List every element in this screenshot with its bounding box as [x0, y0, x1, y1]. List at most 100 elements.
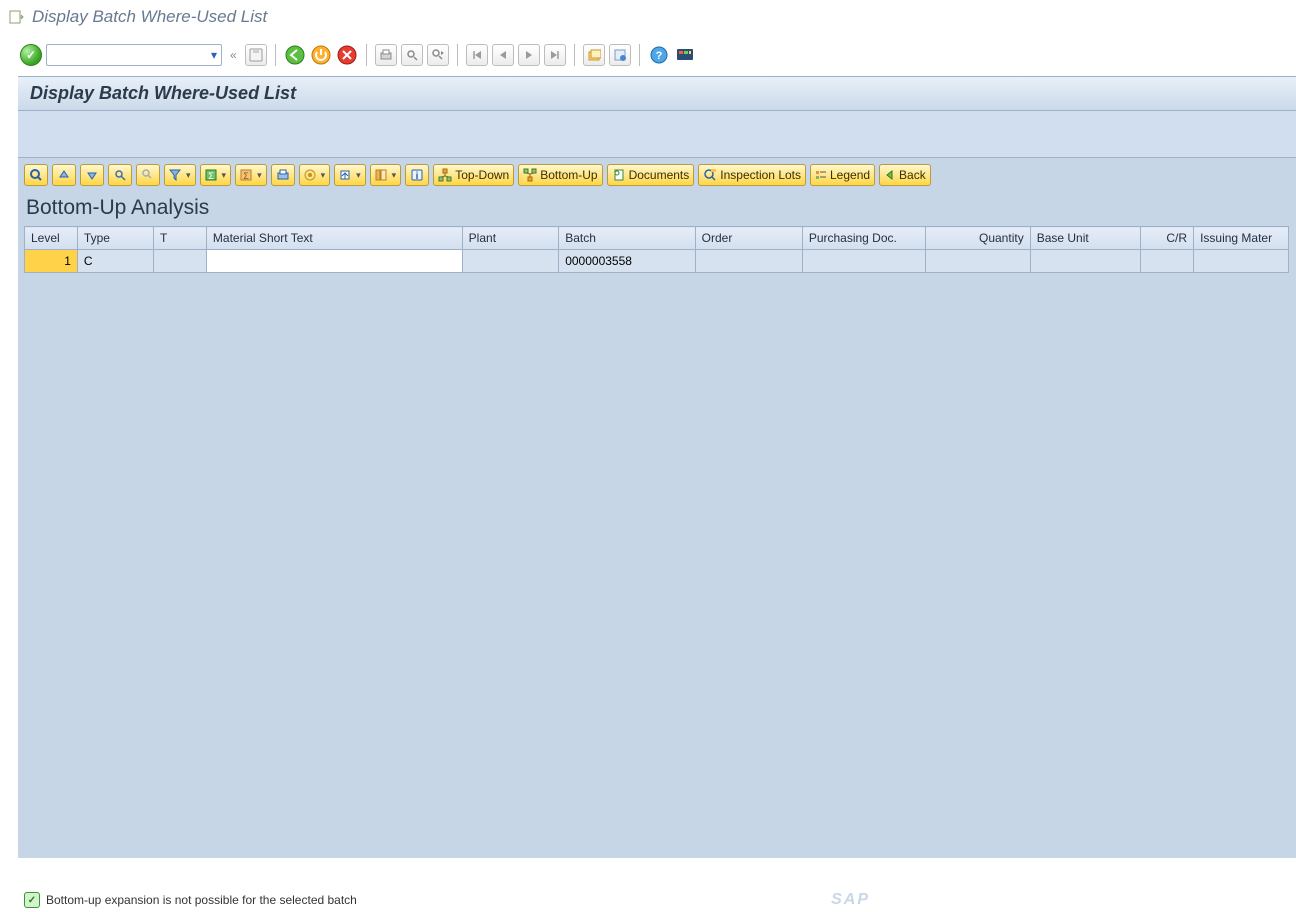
col-type[interactable]: Type — [77, 227, 153, 250]
info-button[interactable]: i — [405, 164, 429, 186]
documents-button[interactable]: Documents — [607, 164, 695, 186]
split-caret-icon: ▾ — [356, 170, 361, 181]
status-message: Bottom-up expansion is not possible for … — [46, 893, 357, 907]
cell-level[interactable]: 1 — [25, 250, 78, 273]
collapse-icon[interactable]: « — [226, 48, 241, 62]
print-button[interactable] — [375, 44, 397, 66]
prev-page-button[interactable] — [492, 44, 514, 66]
cell-material-short-text[interactable] — [206, 250, 462, 273]
page-title-panel: Display Batch Where-Used List — [18, 76, 1296, 111]
main-content: ▾ Σ▾ Σ▾ ▾ ▾ ▾ i Top-Down Bottom-Up Docum… — [18, 158, 1296, 858]
separator — [366, 44, 367, 66]
cell-issuing-material[interactable] — [1194, 250, 1289, 273]
split-caret-icon: ▾ — [186, 170, 191, 181]
table-row[interactable]: 1 C 0000003558 — [25, 250, 1289, 273]
col-batch[interactable]: Batch — [559, 227, 695, 250]
filter-button[interactable]: ▾ — [164, 164, 196, 186]
total-button[interactable]: Σ▾ — [200, 164, 232, 186]
find-next-button2[interactable] — [136, 164, 160, 186]
split-caret-icon: ▾ — [257, 170, 262, 181]
gui-options-button[interactable] — [674, 44, 696, 66]
sap-logo: SAP — [831, 891, 870, 909]
col-quantity[interactable]: Quantity — [926, 227, 1030, 250]
inspection-lots-button[interactable]: Inspection Lots — [698, 164, 806, 186]
new-session-button[interactable] — [583, 44, 605, 66]
find-button[interactable] — [401, 44, 423, 66]
view-button[interactable]: ▾ — [299, 164, 331, 186]
cell-t[interactable] — [154, 250, 207, 273]
details-button[interactable] — [24, 164, 48, 186]
col-issuing-material[interactable]: Issuing Mater — [1194, 227, 1289, 250]
dropdown-icon[interactable]: ▾ — [211, 48, 217, 62]
bottom-up-button[interactable]: Bottom-Up — [518, 164, 602, 186]
back-app-button[interactable]: Back — [879, 164, 931, 186]
cell-base-unit[interactable] — [1030, 250, 1140, 273]
col-level[interactable]: Level — [25, 227, 78, 250]
legend-label: Legend — [830, 168, 870, 182]
enter-icon[interactable]: ✓ — [20, 44, 42, 66]
sort-asc-button[interactable] — [52, 164, 76, 186]
layout-button[interactable]: ▾ — [370, 164, 402, 186]
save-button[interactable] — [245, 44, 267, 66]
cell-plant[interactable] — [462, 250, 559, 273]
subheader-band — [18, 111, 1296, 158]
cell-cr[interactable] — [1140, 250, 1193, 273]
page-title: Display Batch Where-Used List — [30, 83, 296, 103]
status-bar: ✓ Bottom-up expansion is not possible fo… — [18, 888, 1296, 912]
back-label: Back — [899, 168, 926, 182]
help-button[interactable]: ? — [648, 44, 670, 66]
svg-text:Σ: Σ — [208, 171, 214, 181]
split-caret-icon: ▾ — [222, 170, 227, 181]
svg-text:i: i — [416, 171, 419, 182]
application-toolbar: ▾ Σ▾ Σ▾ ▾ ▾ ▾ i Top-Down Bottom-Up Docum… — [24, 164, 1290, 186]
separator — [275, 44, 276, 66]
legend-button[interactable]: Legend — [810, 164, 875, 186]
split-caret-icon: ▾ — [321, 170, 326, 181]
sort-desc-button[interactable] — [80, 164, 104, 186]
find-button2[interactable] — [108, 164, 132, 186]
cell-batch[interactable]: 0000003558 — [559, 250, 695, 273]
separator — [457, 44, 458, 66]
system-toolbar: ✓ ▾ « ? — [0, 34, 1296, 76]
sap-menu-icon[interactable] — [8, 9, 24, 25]
col-purchasing-doc[interactable]: Purchasing Doc. — [802, 227, 926, 250]
generate-shortcut-button[interactable] — [609, 44, 631, 66]
col-order[interactable]: Order — [695, 227, 802, 250]
bottom-up-label: Bottom-Up — [540, 168, 597, 182]
section-heading: Bottom-Up Analysis — [26, 196, 1288, 220]
next-page-button[interactable] — [518, 44, 540, 66]
documents-label: Documents — [629, 168, 690, 182]
grid-header-row: Level Type T Material Short Text Plant B… — [25, 227, 1289, 250]
result-grid[interactable]: Level Type T Material Short Text Plant B… — [24, 226, 1289, 273]
exit-button[interactable] — [310, 44, 332, 66]
top-down-label: Top-Down — [455, 168, 509, 182]
subtotal-button[interactable]: Σ▾ — [235, 164, 267, 186]
export-button[interactable]: ▾ — [334, 164, 366, 186]
svg-text:?: ? — [655, 50, 662, 62]
status-success-icon: ✓ — [24, 892, 40, 908]
split-caret-icon: ▾ — [392, 170, 397, 181]
col-t[interactable]: T — [154, 227, 207, 250]
print-preview-button[interactable] — [271, 164, 295, 186]
col-material-short-text[interactable]: Material Short Text — [206, 227, 462, 250]
cell-quantity[interactable] — [926, 250, 1030, 273]
col-base-unit[interactable]: Base Unit — [1030, 227, 1140, 250]
svg-text:Σ: Σ — [243, 171, 249, 181]
cell-type[interactable]: C — [77, 250, 153, 273]
separator — [639, 44, 640, 66]
cancel-button[interactable] — [336, 44, 358, 66]
window-title: Display Batch Where-Used List — [32, 7, 267, 27]
command-field[interactable]: ▾ — [46, 44, 222, 66]
cell-purchasing-doc[interactable] — [802, 250, 926, 273]
last-page-button[interactable] — [544, 44, 566, 66]
window-title-bar: Display Batch Where-Used List — [0, 0, 1296, 34]
col-cr[interactable]: C/R — [1140, 227, 1193, 250]
first-page-button[interactable] — [466, 44, 488, 66]
cell-order[interactable] — [695, 250, 802, 273]
find-next-button[interactable] — [427, 44, 449, 66]
top-down-button[interactable]: Top-Down — [433, 164, 514, 186]
col-plant[interactable]: Plant — [462, 227, 559, 250]
separator — [574, 44, 575, 66]
back-button[interactable] — [284, 44, 306, 66]
inspection-lots-label: Inspection Lots — [720, 168, 801, 182]
